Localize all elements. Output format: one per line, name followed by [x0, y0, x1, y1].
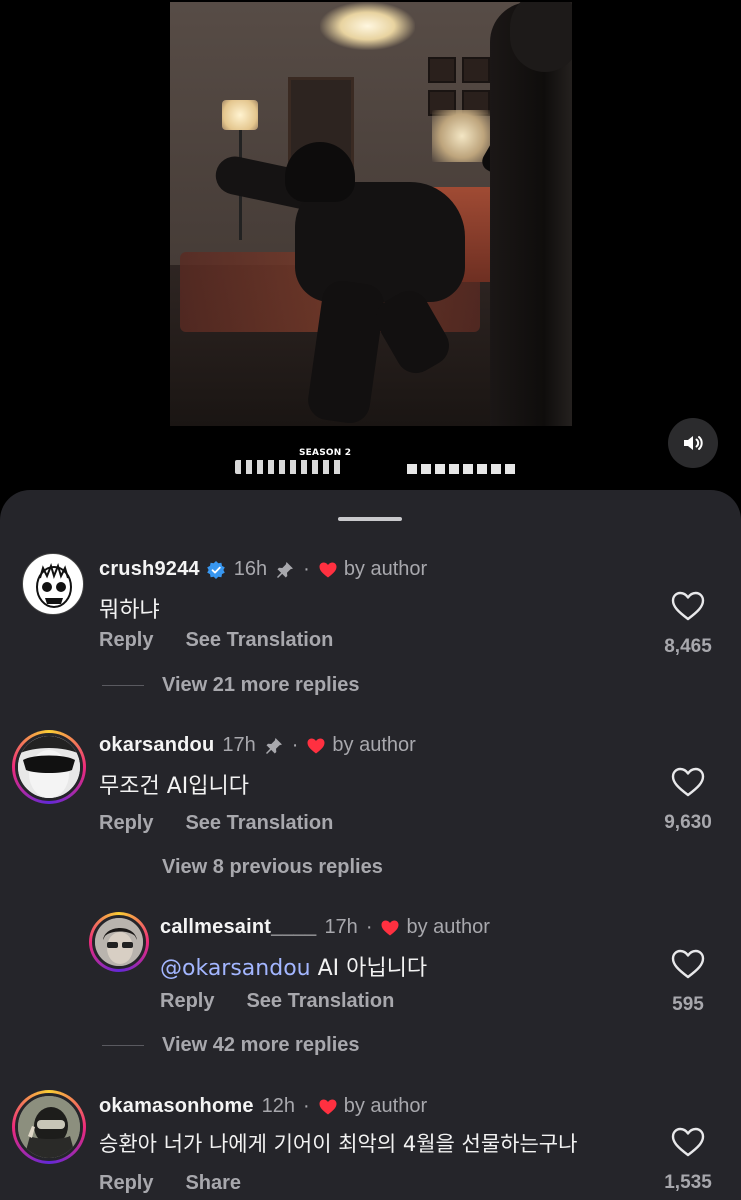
video-caption-logo: SEASON 2: [235, 446, 525, 476]
see-translation-button[interactable]: See Translation: [246, 990, 394, 1013]
person-leg: [305, 278, 387, 426]
chandelier: [320, 2, 415, 50]
like-count: 9,630: [664, 812, 712, 833]
verified-badge-icon: [206, 560, 225, 579]
comment-time: 17h: [222, 734, 256, 756]
reply-button[interactable]: Reply: [99, 812, 153, 835]
reply-text-content: AI 아닙니다: [310, 956, 428, 981]
mention-link[interactable]: @okarsandou: [160, 956, 311, 981]
comment-actions: Reply Share: [99, 1172, 241, 1195]
skull-face-icon: [36, 562, 72, 608]
separator-dot: ·: [291, 734, 299, 756]
view-replies-label[interactable]: View 42 more replies: [162, 1034, 360, 1057]
separator-dot: ·: [365, 916, 373, 938]
video-player[interactable]: SEASON 2: [0, 0, 741, 495]
like-column: 595: [648, 948, 728, 1016]
reply-button[interactable]: Reply: [99, 629, 153, 652]
like-count: 1,535: [664, 1172, 712, 1193]
comment-text: 무조건 AI입니다: [99, 774, 249, 799]
heart-icon[interactable]: [671, 1126, 705, 1158]
reply-header: callmesaint____ 17h · by author: [160, 916, 490, 939]
pin-icon: [265, 737, 282, 754]
reply-text: @okarsandou AI 아닙니다: [160, 950, 427, 982]
view-previous-label[interactable]: View 8 previous replies: [162, 856, 383, 879]
caption-logo-right: [407, 464, 515, 474]
comments-sheet: crush9244 16h · by author 뭐하냐 Reply See …: [0, 490, 741, 1200]
comment-header: crush9244 16h · by author: [99, 558, 427, 581]
reply-actions: Reply See Translation: [160, 990, 394, 1013]
helmet-person-icon: [18, 1096, 80, 1158]
like-column: 1,535: [648, 1126, 728, 1194]
reply-button[interactable]: Reply: [160, 990, 214, 1013]
comment-username[interactable]: okarsandou: [99, 734, 214, 757]
separator-dot: ·: [303, 558, 310, 580]
sheet-drag-handle[interactable]: [338, 517, 402, 521]
comment-time: 12h: [261, 1095, 296, 1117]
reply-button[interactable]: Reply: [99, 1172, 153, 1195]
pin-icon: [277, 561, 294, 578]
comment-actions: Reply See Translation: [99, 629, 333, 652]
comment-text: 승환아 너가 나에게 기어이 최악의 4월을 선물하는구나: [99, 1132, 578, 1156]
by-author-label: by author: [343, 1095, 428, 1117]
speaker-icon: [684, 436, 703, 450]
avatar[interactable]: [22, 553, 84, 615]
comment-username[interactable]: crush9244: [99, 558, 200, 581]
volume-button[interactable]: [668, 418, 718, 468]
avatar[interactable]: [12, 1090, 86, 1164]
like-count: 8,465: [664, 636, 712, 657]
heart-icon[interactable]: [671, 948, 705, 980]
share-button[interactable]: Share: [185, 1172, 241, 1195]
comment-time: 16h: [233, 558, 268, 580]
heart-icon[interactable]: [671, 590, 705, 622]
like-column: 8,465: [648, 590, 728, 658]
view-previous-replies-link[interactable]: View 8 previous replies: [162, 856, 383, 879]
like-count: 595: [672, 994, 704, 1015]
floor-lamp: [222, 100, 258, 130]
see-translation-button[interactable]: See Translation: [185, 812, 333, 835]
caption-logo-left: [235, 460, 345, 474]
reply-avatar[interactable]: [89, 912, 149, 972]
avatar[interactable]: [12, 730, 86, 804]
comment-username[interactable]: okamasonhome: [99, 1095, 254, 1118]
sunglasses-face-icon: [18, 736, 80, 798]
side-person-head: [510, 2, 572, 72]
dancing-person: [212, 142, 465, 426]
view-replies-label[interactable]: View 21 more replies: [162, 674, 360, 697]
by-author-label: by author: [406, 916, 490, 938]
video-frame[interactable]: [170, 2, 572, 426]
comment-header: okarsandou 17h · by author: [99, 734, 416, 757]
person-head: [285, 142, 355, 202]
avatar-image: [15, 733, 83, 801]
person-photo-icon: [95, 918, 143, 966]
comment-header: okamasonhome 12h · by author: [99, 1095, 427, 1118]
author-liked-heart-icon: [319, 1099, 337, 1114]
like-column: 9,630: [648, 766, 728, 834]
reply-time: 17h: [324, 916, 358, 938]
reply-username[interactable]: callmesaint____: [160, 916, 316, 939]
author-liked-heart-icon: [307, 738, 325, 753]
see-translation-button[interactable]: See Translation: [185, 629, 333, 652]
comment-actions: Reply See Translation: [99, 812, 333, 835]
view-replies-link[interactable]: View 42 more replies: [102, 1034, 360, 1057]
by-author-label: by author: [343, 558, 428, 580]
wall-frame: [462, 57, 490, 83]
thread-rule: [102, 685, 144, 686]
author-liked-heart-icon: [381, 920, 399, 935]
author-liked-heart-icon: [319, 562, 337, 577]
by-author-label: by author: [332, 734, 416, 756]
separator-dot: ·: [303, 1095, 310, 1117]
view-replies-link[interactable]: View 21 more replies: [102, 674, 360, 697]
thread-rule: [102, 1045, 144, 1046]
avatar-image: [15, 1093, 83, 1161]
season-label: SEASON 2: [299, 448, 352, 458]
reply-avatar-image: [92, 915, 146, 969]
comment-text: 뭐하냐: [99, 598, 160, 623]
wall-frame: [428, 57, 456, 83]
heart-icon[interactable]: [671, 766, 705, 798]
